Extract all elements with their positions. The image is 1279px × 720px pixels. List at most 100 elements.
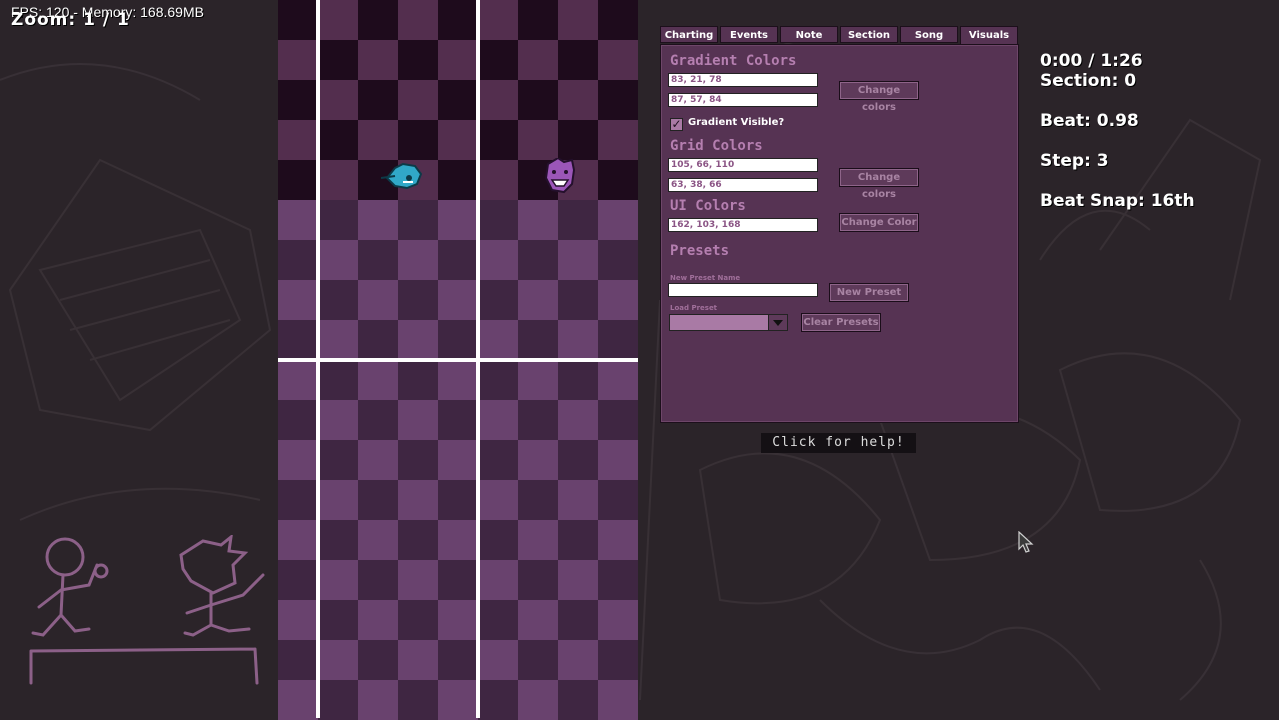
grid-cell[interactable]: [438, 560, 478, 600]
tab-note[interactable]: Note: [780, 26, 838, 43]
grid-cell[interactable]: [278, 640, 318, 680]
grid-cell[interactable]: [558, 560, 598, 600]
grid-cell[interactable]: [318, 680, 358, 720]
grid-cell[interactable]: [558, 480, 598, 520]
grid-cell[interactable]: [278, 40, 318, 80]
grid-cell[interactable]: [598, 600, 638, 640]
grid-cell[interactable]: [558, 40, 598, 80]
grid-cell[interactable]: [438, 320, 478, 360]
grid-cell[interactable]: [478, 520, 518, 560]
grid-cell[interactable]: [558, 440, 598, 480]
grid-cell[interactable]: [358, 680, 398, 720]
grid-cell[interactable]: [598, 160, 638, 200]
grid-cell[interactable]: [358, 40, 398, 80]
grid-cell[interactable]: [278, 520, 318, 560]
grid-cell[interactable]: [558, 200, 598, 240]
grid-cell[interactable]: [558, 640, 598, 680]
clear-presets-button[interactable]: Clear Presets: [801, 313, 881, 332]
grid-cell[interactable]: [358, 440, 398, 480]
grid-cell[interactable]: [598, 240, 638, 280]
grid-cell[interactable]: [558, 520, 598, 560]
grid-cell[interactable]: [438, 480, 478, 520]
grid-cell[interactable]: [278, 400, 318, 440]
grid-cell[interactable]: [358, 600, 398, 640]
gradient-visible-checkbox[interactable]: ✓: [670, 118, 683, 131]
grid-cell[interactable]: [478, 80, 518, 120]
grid-cell[interactable]: [278, 240, 318, 280]
grid-cell[interactable]: [398, 120, 438, 160]
ui-color-input[interactable]: 162, 103, 168: [668, 218, 818, 232]
grid-cell[interactable]: [478, 400, 518, 440]
grid-cell[interactable]: [318, 480, 358, 520]
grid-cell[interactable]: [558, 680, 598, 720]
grid-cell[interactable]: [438, 600, 478, 640]
grid-cell[interactable]: [558, 360, 598, 400]
grid-cell[interactable]: [598, 200, 638, 240]
grid-cell[interactable]: [278, 440, 318, 480]
grid-cell[interactable]: [398, 440, 438, 480]
grid-cell[interactable]: [518, 360, 558, 400]
grid-cell[interactable]: [278, 80, 318, 120]
load-preset-dropdown[interactable]: [669, 314, 788, 331]
grid-cell[interactable]: [358, 400, 398, 440]
grid-cell[interactable]: [278, 160, 318, 200]
help-button[interactable]: Click for help!: [761, 433, 916, 453]
grid-cell[interactable]: [478, 480, 518, 520]
grid-cell[interactable]: [518, 680, 558, 720]
grid-cell[interactable]: [398, 40, 438, 80]
grid-cell[interactable]: [358, 320, 398, 360]
gradient-color-2-input[interactable]: 87, 57, 84: [668, 93, 818, 107]
grid-cell[interactable]: [598, 680, 638, 720]
grid-cell[interactable]: [278, 0, 318, 40]
grid-cell[interactable]: [358, 200, 398, 240]
grid-cell[interactable]: [598, 520, 638, 560]
grid-cell[interactable]: [318, 640, 358, 680]
grid-cell[interactable]: [518, 520, 558, 560]
grid-cell[interactable]: [438, 40, 478, 80]
grid-cell[interactable]: [438, 400, 478, 440]
grid-cell[interactable]: [598, 480, 638, 520]
grid-cell[interactable]: [478, 640, 518, 680]
grid-cell[interactable]: [558, 80, 598, 120]
grid-cell[interactable]: [478, 600, 518, 640]
grid-cell[interactable]: [558, 280, 598, 320]
grid-cell[interactable]: [398, 80, 438, 120]
grid-cell[interactable]: [318, 520, 358, 560]
grid-cell[interactable]: [478, 360, 518, 400]
tab-charting[interactable]: Charting: [660, 26, 718, 43]
grid-cell[interactable]: [478, 240, 518, 280]
grid-cell[interactable]: [598, 560, 638, 600]
grid-cell[interactable]: [398, 560, 438, 600]
grid-cell[interactable]: [278, 600, 318, 640]
grid-cell[interactable]: [598, 320, 638, 360]
grid-cell[interactable]: [358, 80, 398, 120]
gradient-color-1-input[interactable]: 83, 21, 78: [668, 73, 818, 87]
grid-cell[interactable]: [398, 280, 438, 320]
grid-cell[interactable]: [598, 40, 638, 80]
grid-cell[interactable]: [478, 0, 518, 40]
grid-color-2-input[interactable]: 63, 38, 66: [668, 178, 818, 192]
grid-cell[interactable]: [598, 0, 638, 40]
grid-cell[interactable]: [398, 200, 438, 240]
grid-cell[interactable]: [438, 640, 478, 680]
grid-cell[interactable]: [358, 560, 398, 600]
grid-cell[interactable]: [438, 360, 478, 400]
grid-cell[interactable]: [518, 120, 558, 160]
grid-color-1-input[interactable]: 105, 66, 110: [668, 158, 818, 172]
grid-cell[interactable]: [398, 480, 438, 520]
grid-cell[interactable]: [278, 280, 318, 320]
grid-cell[interactable]: [398, 320, 438, 360]
grid-cell[interactable]: [518, 480, 558, 520]
grid-cell[interactable]: [318, 400, 358, 440]
grid-cell[interactable]: [318, 200, 358, 240]
grid-cell[interactable]: [318, 120, 358, 160]
grid-cell[interactable]: [318, 80, 358, 120]
tab-events[interactable]: Events: [720, 26, 778, 43]
grid-cell[interactable]: [438, 440, 478, 480]
grid-cell[interactable]: [318, 600, 358, 640]
grid-cell[interactable]: [478, 680, 518, 720]
grid-cell[interactable]: [438, 280, 478, 320]
grid-cell[interactable]: [358, 520, 398, 560]
grid-cell[interactable]: [398, 0, 438, 40]
grid-cell[interactable]: [438, 520, 478, 560]
